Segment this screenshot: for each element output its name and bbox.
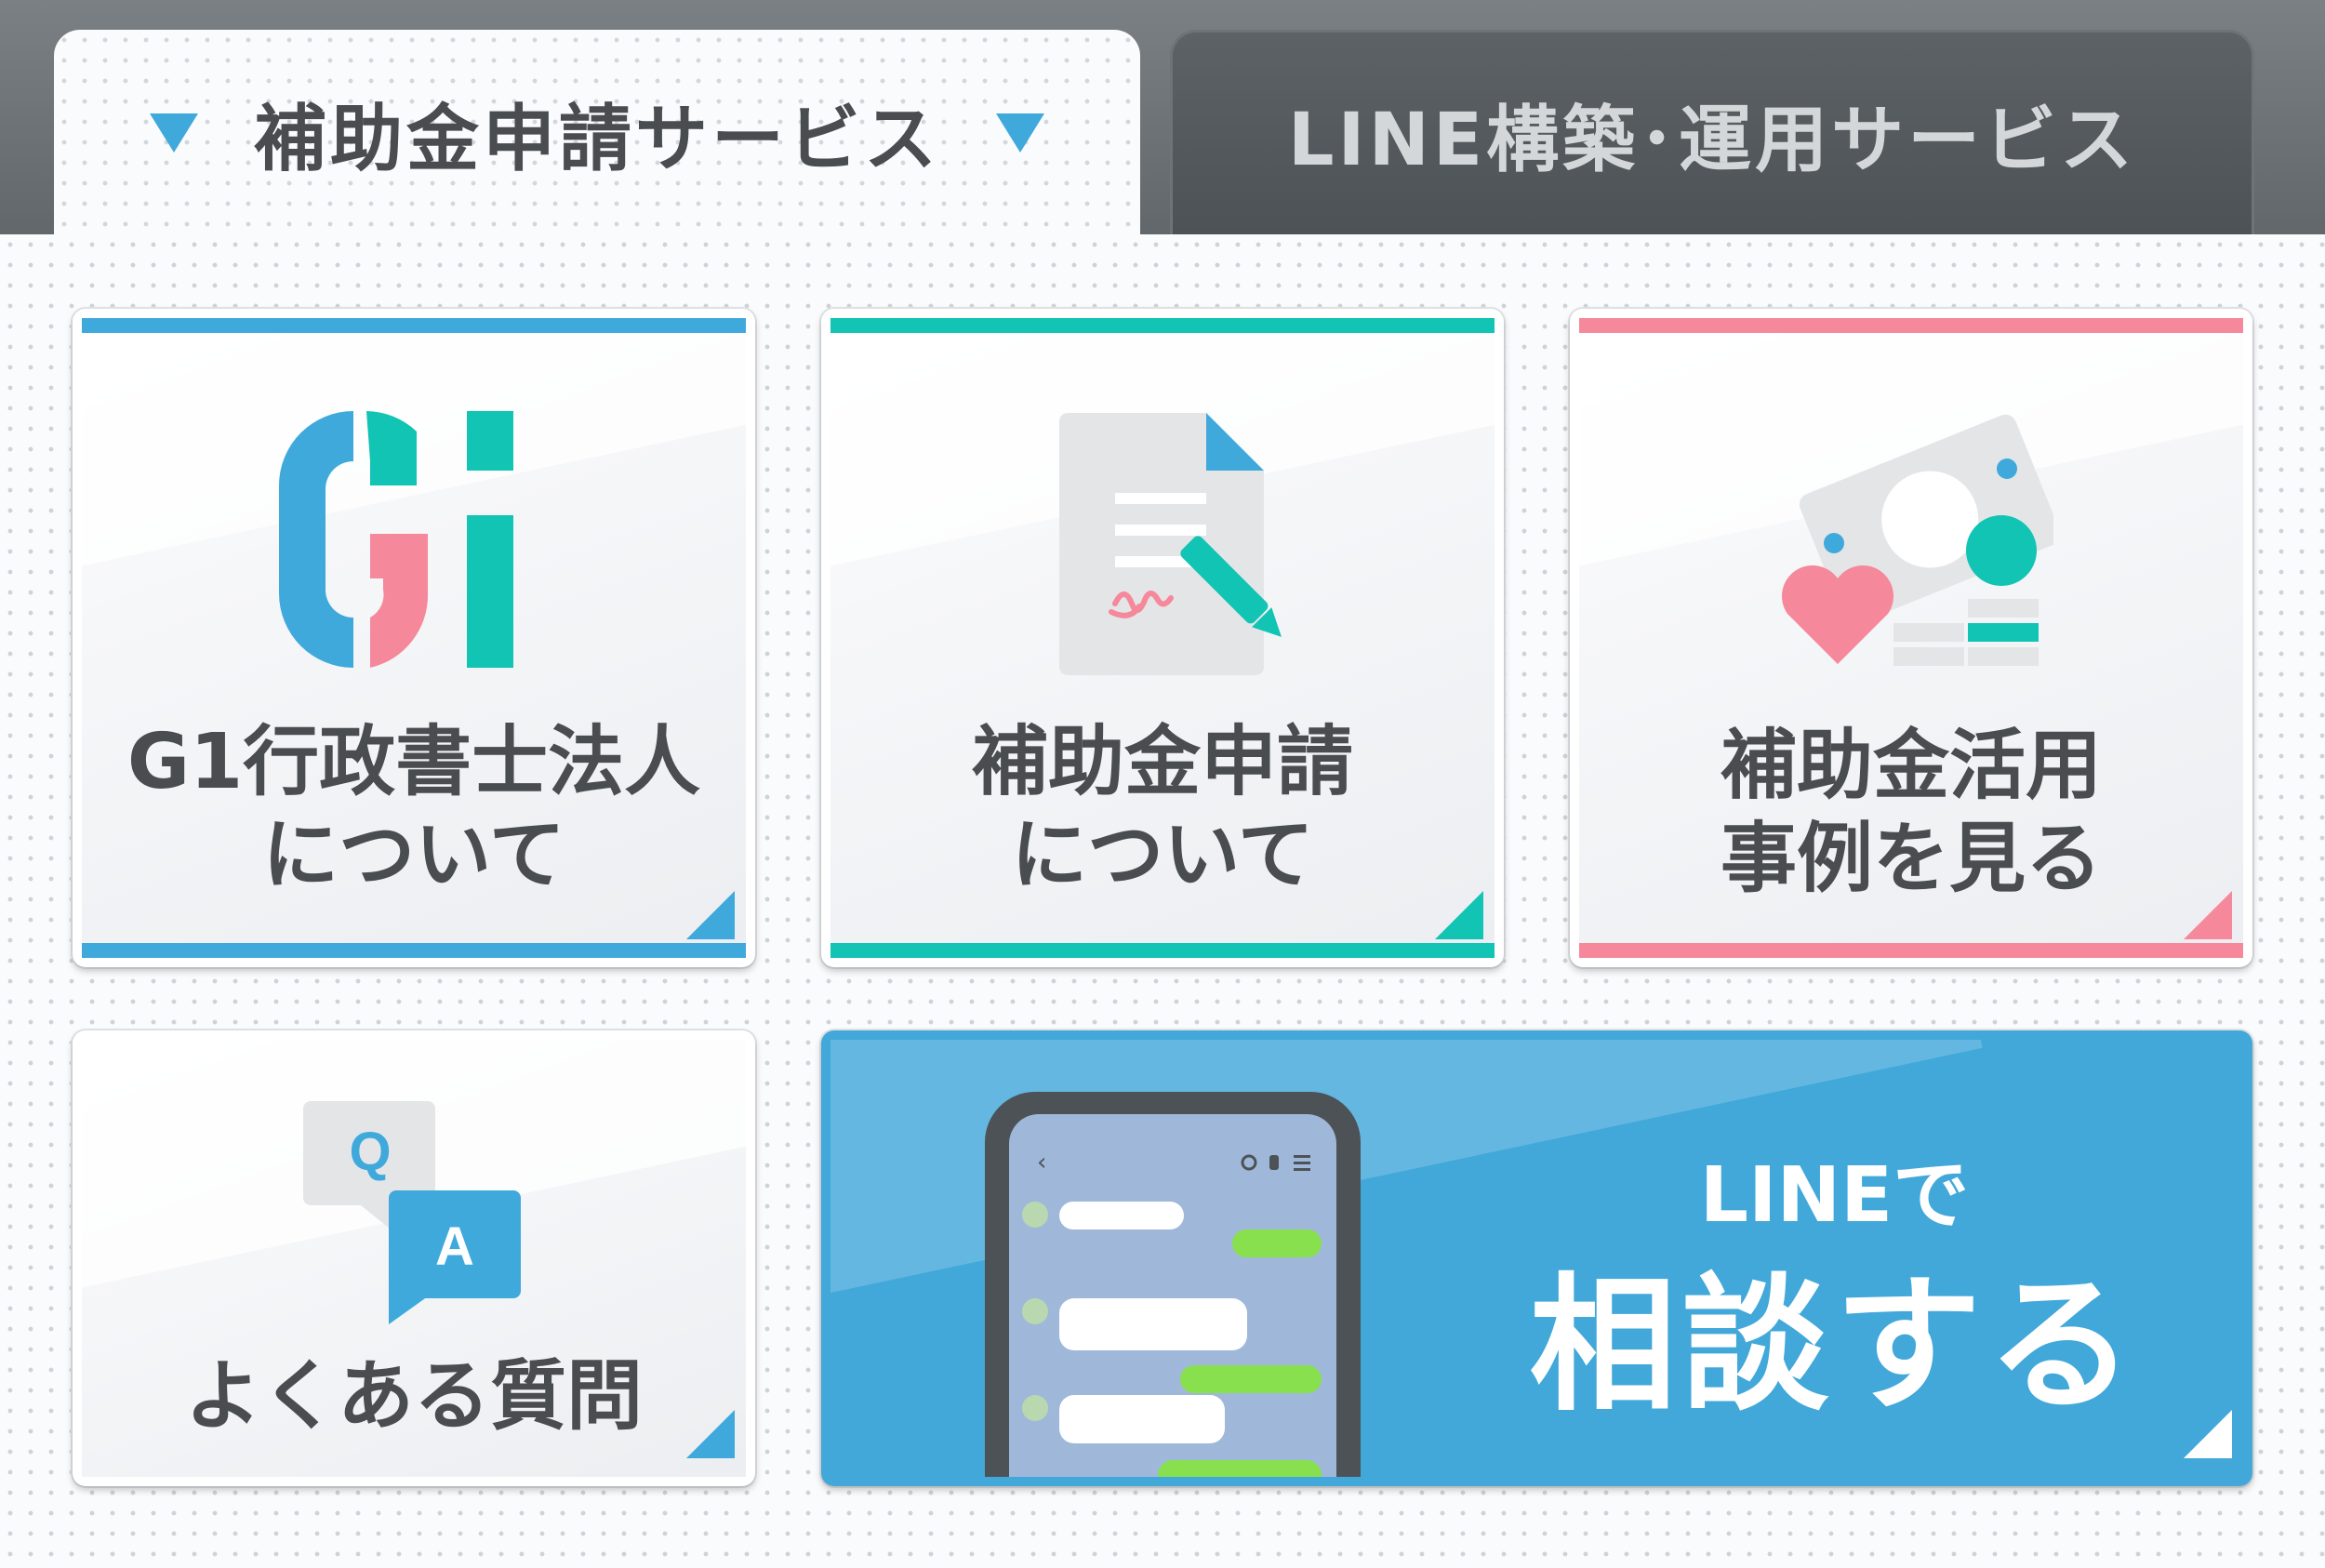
card-about-subsidy-line1: 補助金申請 [971,718,1353,806]
money-heart-icon [1781,414,2053,666]
tab-subsidy-service-label: 補助金申請サービス [253,98,940,181]
card-case-studies[interactable]: 補助金活用 事例を見る [1570,309,2252,967]
svg-text:‹: ‹ [1037,1149,1046,1176]
smartphone-chat-icon: ‹ [985,1092,1361,1477]
qa-bubbles-icon: Q A [303,1101,521,1324]
document-pen-icon [1059,413,1282,675]
tab-subsidy-service[interactable]: 補助金申請サービス [54,30,1140,236]
card-faq-label: よくある質問 [184,1352,643,1441]
corner-arrow-icon [1435,891,1483,939]
corner-arrow-icon [686,891,735,939]
chevron-down-icon [149,113,198,153]
faq-a-letter: A [435,1216,474,1277]
faq-q-letter: Q [349,1122,391,1182]
corner-arrow-icon [2184,891,2232,939]
card-case-studies-line2: 事例を見る [1720,815,2102,903]
card-faq[interactable]: Q A よくある質問 [73,1030,755,1486]
line-consult-big: 相談する [1529,1260,2140,1431]
card-case-studies-line1: 補助金活用 [1720,722,2102,810]
chevron-down-icon [996,113,1044,153]
card-about-firm-line2: について [262,811,565,899]
card-line-consult[interactable]: ‹ LINEで 相談する [821,1030,2252,1486]
tab-line-service-label: LINE構築･運用サービス [1287,98,2137,182]
card-about-subsidy-line2: について [1011,811,1314,899]
card-about-subsidy[interactable]: 補助金申請 について [821,309,1504,967]
corner-arrow-icon [686,1410,735,1458]
corner-arrow-icon [2184,1410,2232,1458]
card-about-firm-line1: G1行政書士法人 [126,718,701,806]
card-about-firm[interactable]: G1行政書士法人 について [73,309,755,967]
g1-logo-icon [279,411,513,668]
tab-line-service[interactable]: LINE構築･運用サービス [1170,30,2254,234]
